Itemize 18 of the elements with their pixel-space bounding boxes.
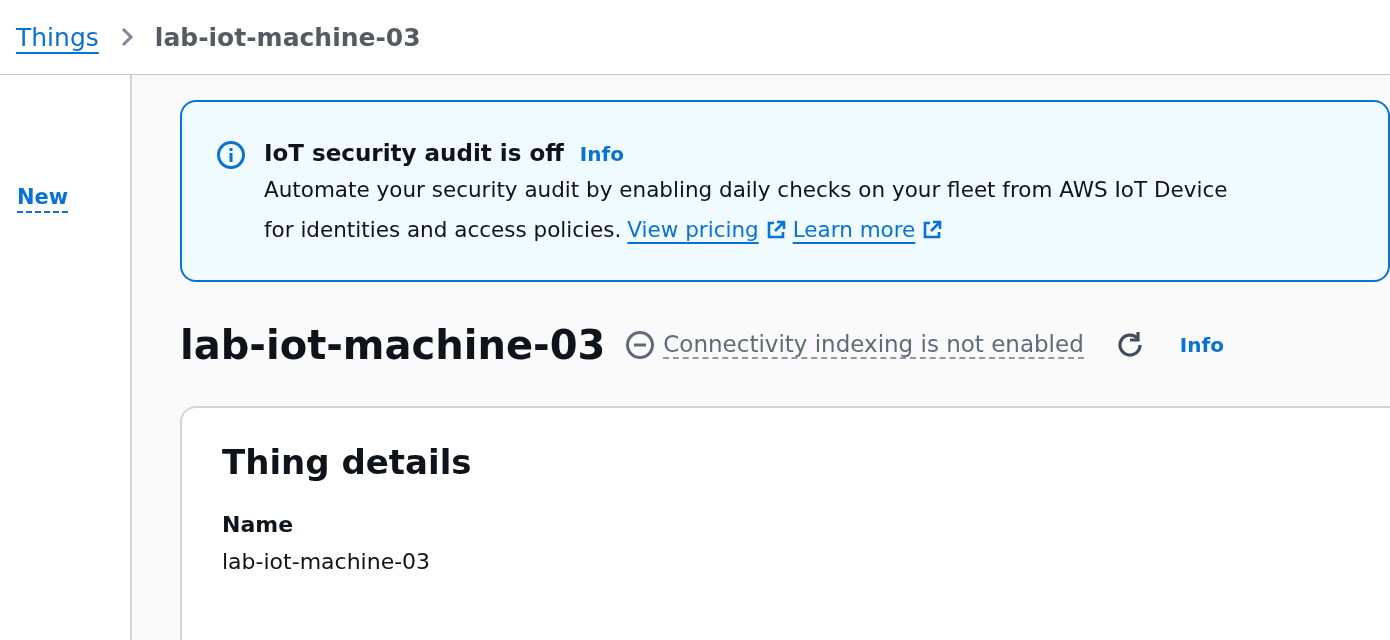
info-link[interactable]: Info — [1179, 333, 1224, 357]
info-link[interactable]: Info — [579, 142, 624, 166]
status-text[interactable]: Connectivity indexing is not enabled — [663, 331, 1084, 359]
minus-circle-icon — [625, 330, 656, 360]
breadcrumb-current: lab-iot-machine-03 — [154, 22, 421, 52]
external-link[interactable]: Learn more — [792, 214, 944, 246]
card-title: Thing details — [222, 442, 473, 482]
alert-text: for identities and access policies. — [264, 217, 622, 242]
new-badge[interactable]: New — [17, 185, 69, 213]
page-title: lab-iot-machine-03 — [180, 322, 606, 368]
alert-title: IoT security audit is off — [264, 140, 564, 166]
external-link[interactable]: View pricing — [627, 214, 787, 246]
field-value: lab-iot-machine-03 — [222, 549, 432, 574]
field-label: Name — [222, 512, 295, 537]
info-icon — [216, 140, 246, 170]
external-link-icon — [921, 219, 944, 241]
alert-text: Automate your security audit by enabling daily checks on your fleet from AWS IoT Device — [264, 176, 1228, 204]
breadcrumb-link[interactable]: Things — [16, 22, 99, 52]
